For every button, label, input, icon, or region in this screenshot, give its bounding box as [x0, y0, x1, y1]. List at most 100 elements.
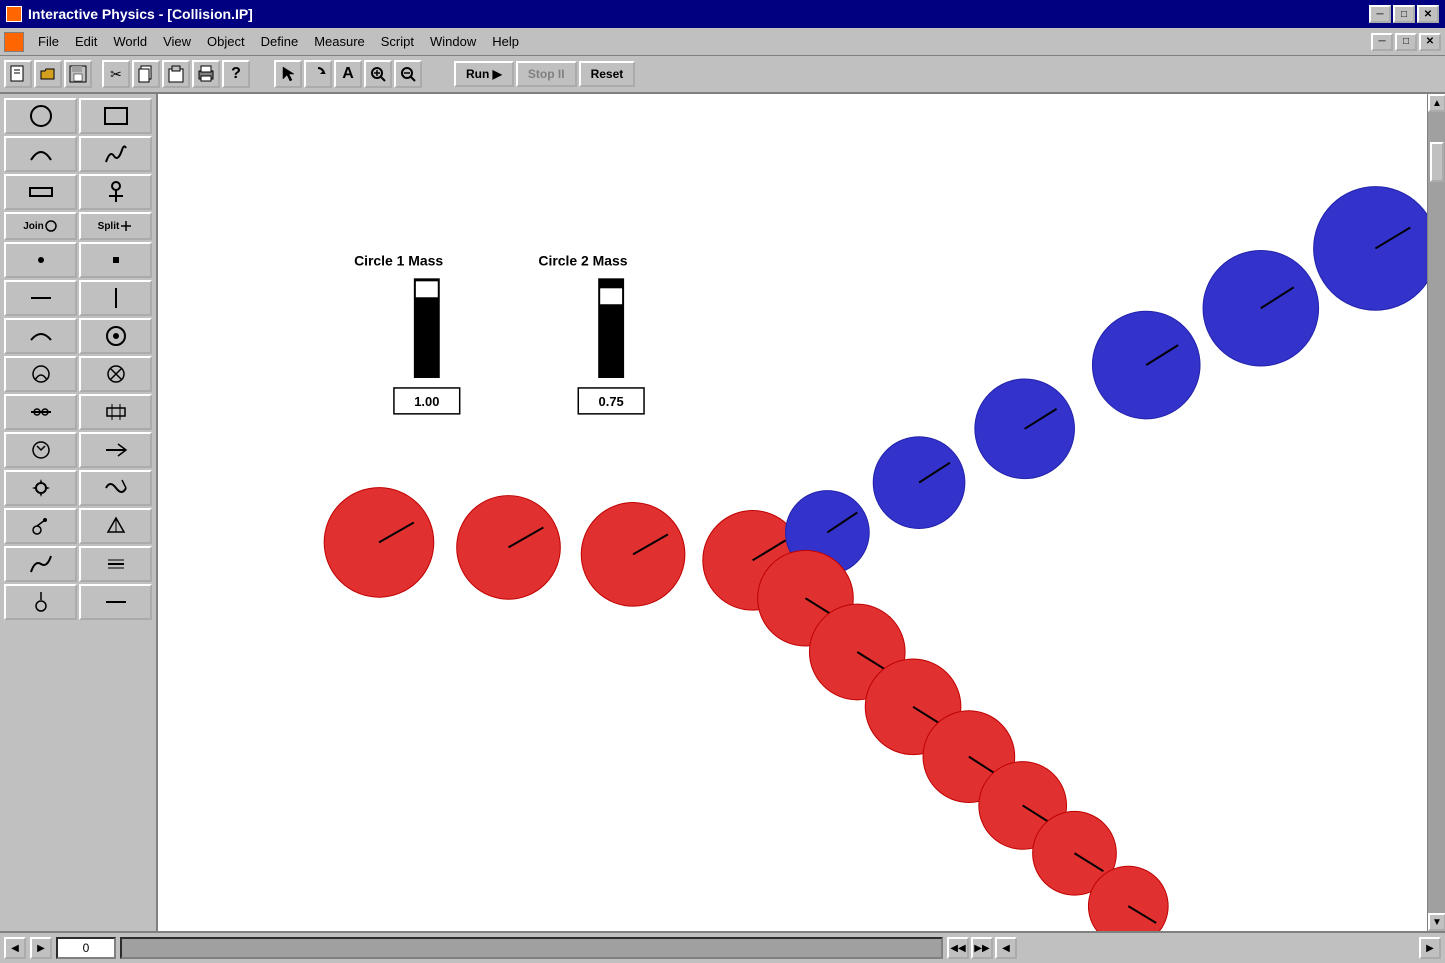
right-scrollbar: ▲ ▼	[1427, 94, 1445, 931]
maximize-button[interactable]: □	[1393, 5, 1415, 23]
sidebar-row-8	[4, 394, 152, 430]
canvas-area: Circle 1 Mass 1.00 Circle 2 Mass 0.75	[158, 94, 1427, 931]
scroll-thumb[interactable]	[1430, 142, 1444, 182]
main-layout: Join Split	[0, 94, 1445, 931]
flat-tool[interactable]	[4, 174, 77, 210]
tool-7b[interactable]	[79, 356, 152, 392]
circle2-mass-label: Circle 2 Mass	[538, 252, 627, 268]
curve-tool[interactable]	[4, 136, 77, 172]
zoom-in-tool[interactable]	[364, 60, 392, 88]
nav-left-button[interactable]: ◀	[995, 937, 1017, 959]
slider1-thumb[interactable]	[416, 281, 438, 297]
zoom-out-tool[interactable]	[394, 60, 422, 88]
menu-window[interactable]: Window	[422, 32, 484, 51]
tool-9b[interactable]	[79, 432, 152, 468]
circle-filled-tool[interactable]	[79, 318, 152, 354]
circle2-value: 0.75	[599, 394, 624, 409]
hline-tool[interactable]	[4, 280, 77, 316]
circle-tool[interactable]	[4, 98, 77, 134]
split-button[interactable]: Split	[79, 212, 152, 240]
tool-13a[interactable]	[4, 584, 77, 620]
circle1-mass-label: Circle 1 Mass	[354, 252, 443, 268]
tool-13b[interactable]	[79, 584, 152, 620]
tool-8a[interactable]	[4, 394, 77, 430]
vline-tool[interactable]	[79, 280, 152, 316]
new-button[interactable]	[4, 60, 32, 88]
tool-7a[interactable]	[4, 356, 77, 392]
frame-input[interactable]: 0	[56, 937, 116, 959]
join-button[interactable]: Join	[4, 212, 77, 240]
square-point-tool[interactable]	[79, 242, 152, 278]
text-tool[interactable]: A	[334, 60, 362, 88]
rotate-tool[interactable]	[304, 60, 332, 88]
red-circle-3	[581, 503, 685, 607]
frame-value: 0	[83, 941, 90, 955]
sidebar-row-3	[4, 174, 152, 210]
menu-restore-button[interactable]: □	[1395, 33, 1417, 51]
save-button[interactable]	[64, 60, 92, 88]
help-button[interactable]: ?	[222, 60, 250, 88]
copy-button[interactable]	[132, 60, 160, 88]
paste-button[interactable]	[162, 60, 190, 88]
tool-11a[interactable]	[4, 508, 77, 544]
scroll-down-button[interactable]: ▼	[1428, 913, 1445, 931]
menu-file[interactable]: File	[30, 32, 67, 51]
tool-11b[interactable]	[79, 508, 152, 544]
rectangle-tool[interactable]	[79, 98, 152, 134]
sidebar-row-13	[4, 584, 152, 620]
open-button[interactable]	[34, 60, 62, 88]
freeform-tool[interactable]	[79, 136, 152, 172]
menu-measure[interactable]: Measure	[306, 32, 373, 51]
menu-edit[interactable]: Edit	[67, 32, 105, 51]
menu-world[interactable]: World	[105, 32, 155, 51]
blue-circle-6	[1314, 187, 1427, 311]
sidebar-row-9	[4, 432, 152, 468]
menu-help[interactable]: Help	[484, 32, 527, 51]
menu-view[interactable]: View	[155, 32, 199, 51]
tool-12a[interactable]	[4, 546, 77, 582]
minimize-button[interactable]: ─	[1369, 5, 1391, 23]
tool-10b[interactable]	[79, 470, 152, 506]
timeline-track[interactable]	[120, 937, 943, 959]
sidebar: Join Split	[0, 94, 158, 931]
window-title: Interactive Physics - [Collision.IP]	[28, 6, 253, 22]
gear-tool[interactable]	[4, 470, 77, 506]
app-icon	[6, 6, 22, 22]
arc-tool[interactable]	[4, 318, 77, 354]
scroll-up-button[interactable]: ▲	[1428, 94, 1445, 112]
nav-right-button[interactable]: ▶	[1419, 937, 1441, 959]
menu-app-icon[interactable]	[4, 32, 24, 52]
menu-define[interactable]: Define	[253, 32, 307, 51]
join-split-row: Join Split	[4, 212, 152, 240]
toolbar: ✂ ? A Run ▶ Stop II Reset	[0, 56, 1445, 94]
scroll-track	[1428, 112, 1445, 913]
play-forward-button[interactable]: ▶	[30, 937, 52, 959]
stop-button[interactable]: Stop II	[516, 61, 577, 87]
status-bar: ◀ ▶ 0 ◀◀ ▶▶ ◀ ▶	[0, 931, 1445, 963]
menu-object[interactable]: Object	[199, 32, 253, 51]
close-button[interactable]: ✕	[1417, 5, 1439, 23]
play-reverse-button[interactable]: ◀	[4, 937, 26, 959]
tool-12b[interactable]	[79, 546, 152, 582]
sidebar-row-1	[4, 98, 152, 134]
print-button[interactable]	[192, 60, 220, 88]
reset-button[interactable]: Reset	[579, 61, 636, 87]
point-tool[interactable]	[4, 242, 77, 278]
run-button[interactable]: Run ▶	[454, 61, 514, 87]
slider2-thumb[interactable]	[600, 288, 622, 304]
tool-8b[interactable]	[79, 394, 152, 430]
menu-bar: File Edit World View Object Define Measu…	[0, 28, 1445, 56]
menu-script[interactable]: Script	[373, 32, 422, 51]
menu-minimize-button[interactable]: ─	[1371, 33, 1393, 51]
cut-button[interactable]: ✂	[102, 60, 130, 88]
select-tool[interactable]	[274, 60, 302, 88]
blue-circle-2	[873, 437, 965, 529]
tool-9a[interactable]	[4, 432, 77, 468]
sidebar-row-12	[4, 546, 152, 582]
circle1-value: 1.00	[414, 394, 439, 409]
anchor-tool[interactable]	[79, 174, 152, 210]
title-bar: Interactive Physics - [Collision.IP] ─ □…	[0, 0, 1445, 28]
menu-close-button[interactable]: ✕	[1419, 33, 1441, 51]
frame-back-button[interactable]: ◀◀	[947, 937, 969, 959]
frame-step-button[interactable]: ▶▶	[971, 937, 993, 959]
